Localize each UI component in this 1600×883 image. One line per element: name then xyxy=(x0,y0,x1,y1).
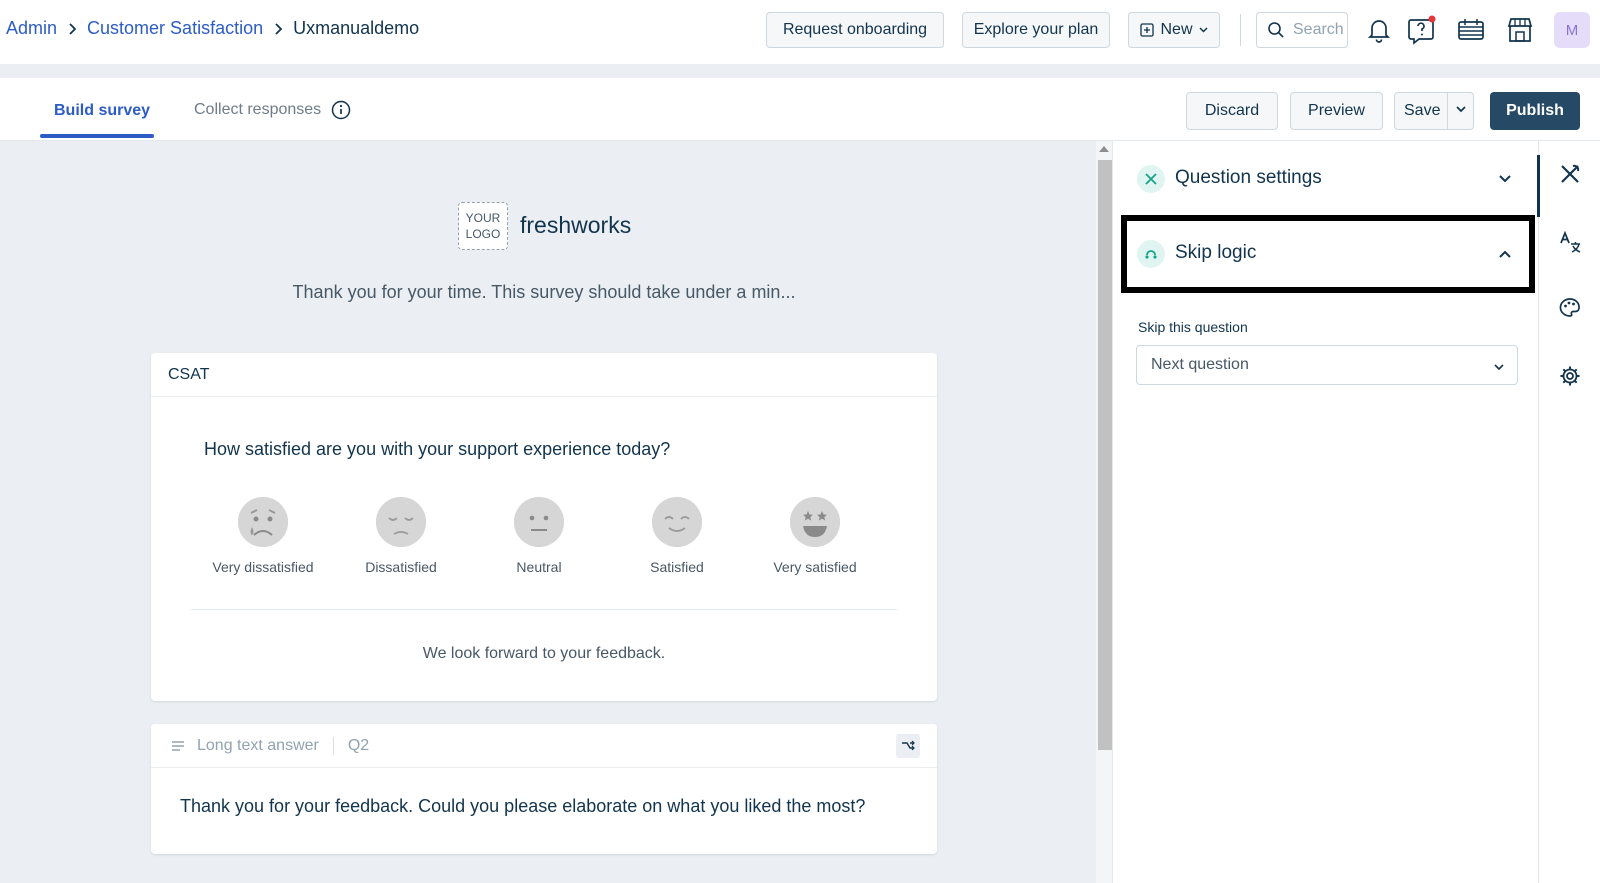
search-placeholder: Search xyxy=(1293,21,1344,38)
card-divider xyxy=(191,609,897,610)
skip-destination-value: Next question xyxy=(1151,356,1249,373)
calendar-icon[interactable] xyxy=(1456,14,1486,46)
save-options-chevron-icon[interactable] xyxy=(1455,105,1467,113)
plus-square-icon xyxy=(1140,23,1155,37)
rail-active-indicator xyxy=(1537,155,1540,217)
save-button-group: Save xyxy=(1394,92,1474,130)
info-icon[interactable] xyxy=(331,100,351,120)
skip-logic-accordion[interactable]: Skip logic xyxy=(1113,218,1539,290)
skip-logic-indicator-icon[interactable] xyxy=(896,734,920,758)
rating-option-satisfied[interactable]: Satisfied xyxy=(607,497,747,575)
help-icon[interactable] xyxy=(1407,14,1437,46)
preview-button[interactable]: Preview xyxy=(1290,92,1383,130)
neutral-face-icon xyxy=(514,497,564,547)
chevron-down-icon xyxy=(1493,358,1505,376)
csat-question-card[interactable]: CSAT How satisfied are you with your sup… xyxy=(151,353,937,701)
tab-build-survey[interactable]: Build survey xyxy=(54,102,150,120)
question-type-header: CSAT xyxy=(151,353,937,397)
very-satisfied-face-icon xyxy=(790,497,840,547)
long-text-icon xyxy=(171,740,185,752)
rating-label: Satisfied xyxy=(650,559,704,575)
marketplace-icon[interactable] xyxy=(1505,14,1535,46)
scrollbar-thumb[interactable] xyxy=(1098,160,1112,750)
question-title[interactable]: How satisfied are you with your support … xyxy=(204,439,670,460)
discard-button[interactable]: Discard xyxy=(1186,92,1278,130)
skip-destination-select[interactable]: Next question xyxy=(1136,345,1518,385)
logo-placeholder[interactable]: YOUR LOGO xyxy=(458,202,508,250)
tools-icon xyxy=(1137,165,1165,193)
rating-label: Neutral xyxy=(516,559,562,575)
save-split-divider xyxy=(1447,93,1448,129)
search-icon xyxy=(1267,21,1285,39)
active-tab-indicator xyxy=(40,134,154,138)
breadcrumb-current: Uxmanualdemo xyxy=(293,18,420,38)
breadcrumb-admin[interactable]: Admin xyxy=(6,18,57,39)
search-input[interactable]: Search xyxy=(1256,12,1348,48)
request-onboarding-button[interactable]: Request onboarding xyxy=(766,12,944,48)
theme-palette-icon[interactable] xyxy=(1557,295,1583,321)
question-number: Q2 xyxy=(347,736,370,754)
chevron-right-icon xyxy=(273,22,283,35)
skip-logic-icon xyxy=(1137,240,1165,268)
question-settings-title: Question settings xyxy=(1175,167,1322,188)
breadcrumb: Admin Customer Satisfaction Uxmanualdemo xyxy=(6,18,419,39)
bell-icon[interactable] xyxy=(1364,14,1394,46)
translate-icon[interactable] xyxy=(1557,229,1583,255)
question-settings-panel: Question settings Skip logic Skip this q… xyxy=(1112,141,1538,883)
long-text-question-card[interactable]: Long text answer Q2 Thank you for your f… xyxy=(151,724,937,854)
chevron-down-icon xyxy=(1198,27,1208,33)
header-separator xyxy=(0,64,1600,78)
closing-message[interactable]: We look forward to your feedback. xyxy=(151,645,937,663)
rating-label: Dissatisfied xyxy=(365,559,437,575)
tab-collect-responses-label: Collect responses xyxy=(194,101,322,118)
question-type-header: Long text answer Q2 xyxy=(151,724,937,768)
rating-option-neutral[interactable]: Neutral xyxy=(469,497,609,575)
scroll-up-arrow-icon[interactable] xyxy=(1099,146,1109,152)
skip-logic-title: Skip logic xyxy=(1175,242,1257,263)
survey-toolbar: Build survey Collect responses Discard P… xyxy=(0,78,1600,141)
rating-option-dissatisfied[interactable]: Dissatisfied xyxy=(331,497,471,575)
skip-question-label: Skip this question xyxy=(1138,319,1248,335)
new-button[interactable]: New xyxy=(1128,12,1220,48)
question-type-label: CSAT xyxy=(168,365,210,383)
rating-label: Very satisfied xyxy=(773,559,857,575)
rating-label: Very dissatisfied xyxy=(212,559,314,575)
logo-text-line2: LOGO xyxy=(465,227,501,241)
question-type-label: Long text answer xyxy=(197,736,319,754)
header-separator xyxy=(332,736,334,755)
publish-button[interactable]: Publish xyxy=(1490,92,1580,130)
logo-text-line1: YOUR xyxy=(465,211,501,225)
chevron-down-icon xyxy=(1498,171,1512,189)
satisfied-face-icon xyxy=(652,497,702,547)
dissatisfied-face-icon xyxy=(376,497,426,547)
survey-intro-text[interactable]: Thank you for your time. This survey sho… xyxy=(150,282,938,303)
settings-rail xyxy=(1537,141,1600,883)
very-dissatisfied-face-icon xyxy=(238,497,288,547)
explore-plan-button[interactable]: Explore your plan xyxy=(962,12,1110,48)
top-navigation-bar: Admin Customer Satisfaction Uxmanualdemo… xyxy=(0,0,1600,64)
chevron-right-icon xyxy=(67,22,77,35)
question-title[interactable]: Thank you for your feedback. Could you p… xyxy=(180,796,865,817)
save-button[interactable]: Save xyxy=(1404,102,1440,120)
gear-icon[interactable] xyxy=(1557,363,1583,389)
toolbar-divider xyxy=(1240,14,1241,46)
question-tools-icon[interactable] xyxy=(1557,161,1583,187)
chevron-up-icon xyxy=(1498,246,1512,264)
brand-name: freshworks xyxy=(520,212,632,238)
rating-option-very-dissatisfied[interactable]: Very dissatisfied xyxy=(193,497,333,575)
breadcrumb-customer-satisfaction[interactable]: Customer Satisfaction xyxy=(87,18,263,39)
tab-collect-responses[interactable]: Collect responses xyxy=(194,100,351,120)
rating-option-very-satisfied[interactable]: Very satisfied xyxy=(745,497,885,575)
question-settings-accordion[interactable]: Question settings xyxy=(1113,143,1539,215)
new-button-label: New xyxy=(1160,21,1193,38)
avatar[interactable]: M xyxy=(1554,12,1590,48)
